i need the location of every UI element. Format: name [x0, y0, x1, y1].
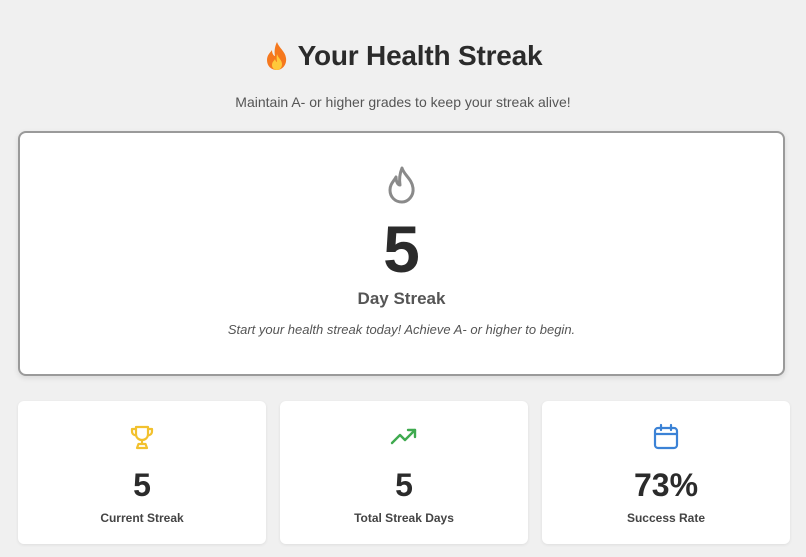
streak-count: 5: [383, 212, 420, 286]
streak-message: Start your health streak today! Achieve …: [227, 322, 576, 337]
stat-value: 5: [133, 467, 151, 503]
stat-label: Total Streak Days: [354, 511, 454, 525]
trending-up-icon: [390, 428, 417, 445]
trophy-icon: [130, 425, 154, 450]
stat-card-current-streak: 5 Current Streak: [18, 401, 266, 544]
calendar-icon: [653, 423, 679, 450]
stat-card-success-rate: 73% Success Rate: [542, 401, 790, 544]
health-streak-page: Your Health Streak Maintain A- or higher…: [0, 0, 806, 557]
stat-value: 5: [395, 467, 413, 503]
stat-label: Success Rate: [626, 511, 706, 525]
stat-card-total-streak-days: 5 Total Streak Days: [280, 401, 528, 544]
stat-value: 73%: [633, 467, 699, 503]
page-subtitle: Maintain A- or higher grades to keep you…: [235, 94, 571, 110]
fire-emoji-icon: [266, 42, 286, 70]
page-title: Your Health Streak: [297, 40, 543, 71]
flame-outline-icon: [388, 166, 415, 204]
streak-hero-card: 5 Day Streak Start your health streak to…: [18, 131, 785, 376]
streak-label: Day Streak: [357, 289, 446, 308]
stat-label: Current Streak: [100, 511, 184, 525]
page-header: Your Health Streak: [0, 40, 806, 72]
